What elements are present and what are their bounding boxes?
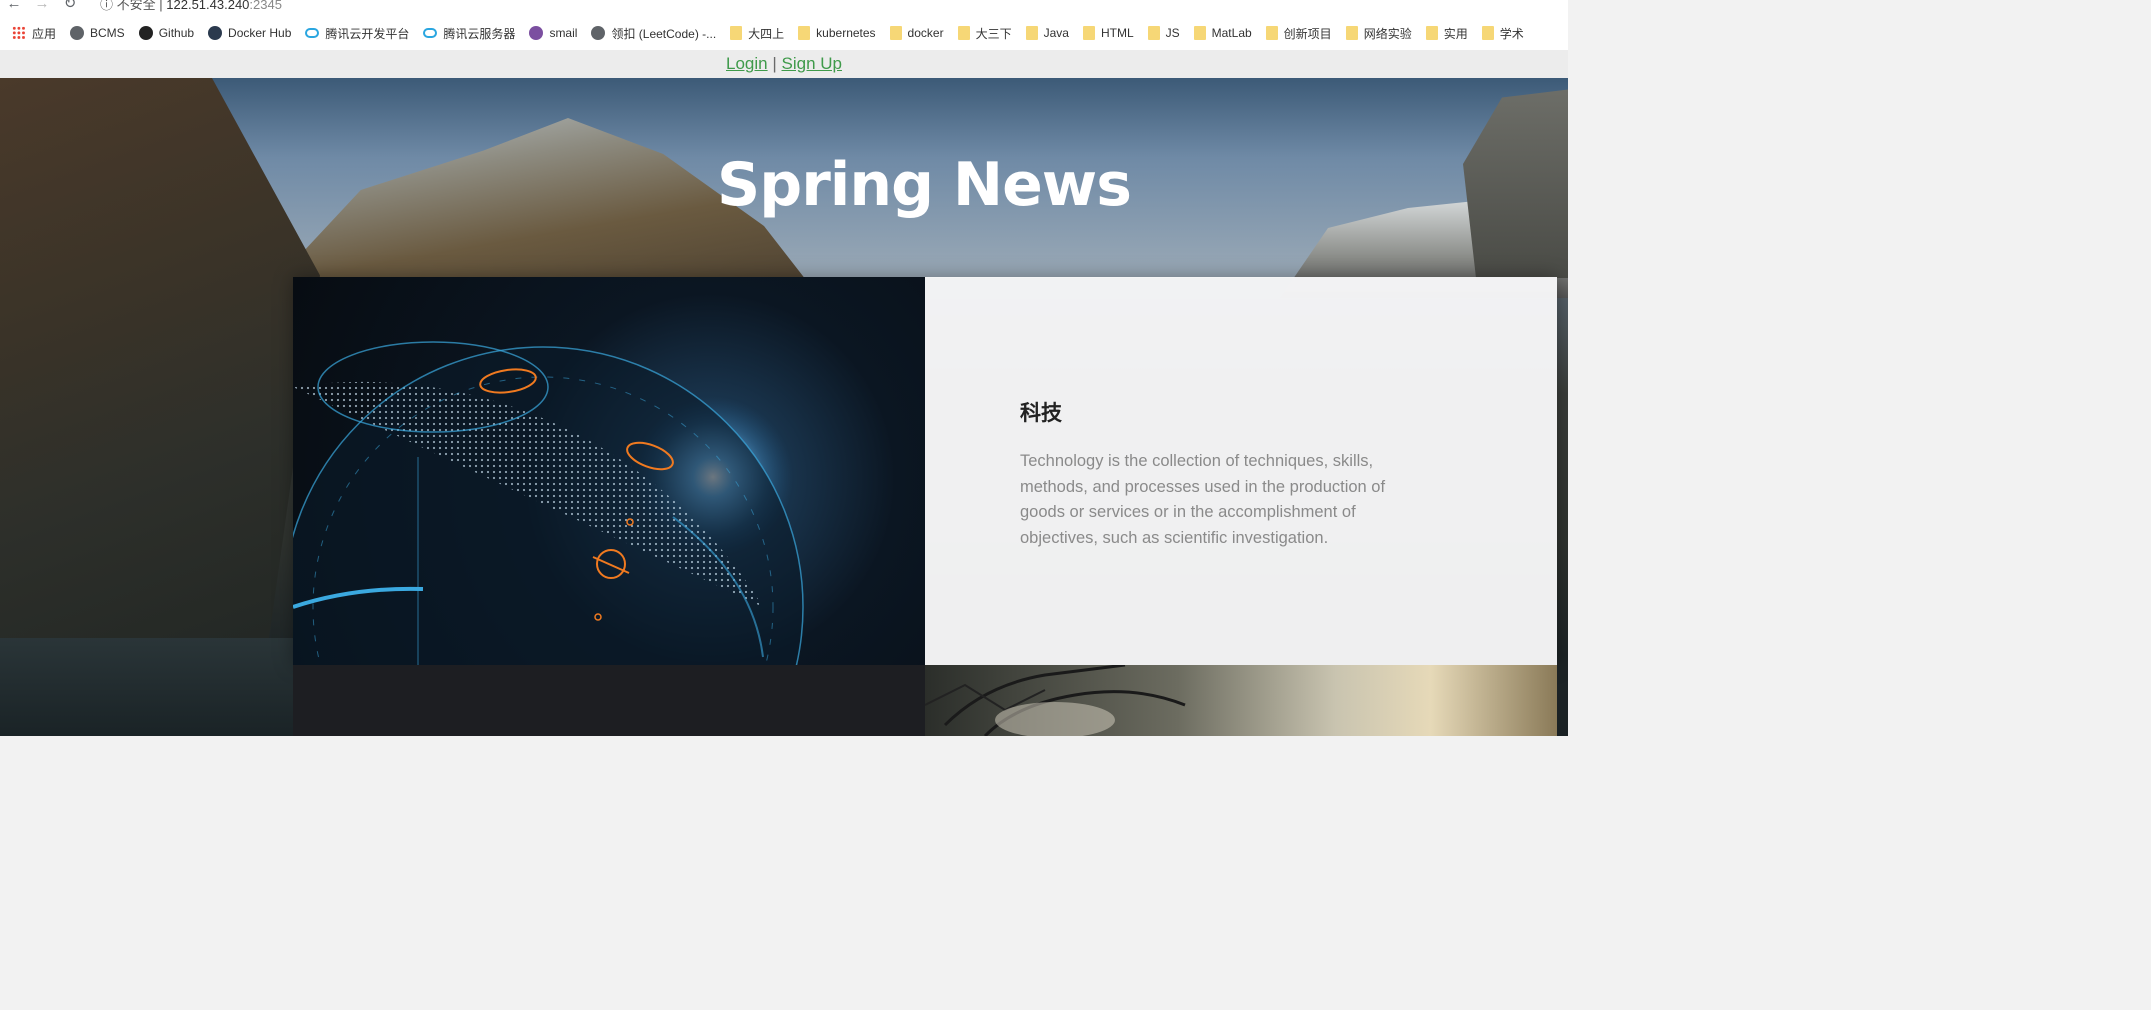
news-card[interactable] [293,665,1557,736]
folder-icon [1265,26,1278,40]
bookmark-label: MatLab [1211,26,1252,40]
bookmark-folder[interactable]: MatLab [1193,26,1252,40]
reload-icon[interactable]: ↻ [56,0,84,12]
net-illustration [925,665,1186,736]
github-icon [138,26,153,40]
bookmark-label: 应用 [32,26,57,41]
browser-chrome: ← → ↻ ⓘ 不安全 | 122.51.43.240:2345 应用 BCMS… [0,0,1568,50]
bookmark-tencent-dev[interactable]: 腾讯云开发平台 [305,25,409,42]
folder-icon [1481,26,1494,40]
address-bar[interactable]: ⓘ 不安全 | 122.51.43.240:2345 [100,0,282,13]
card-heading[interactable]: 科技 [1020,397,1557,427]
apps-grid-icon [12,26,26,40]
globe-icon [591,26,606,40]
bookmark-github[interactable]: Github [138,26,195,40]
bookmark-folder[interactable]: HTML [1082,26,1134,40]
bookmark-label: Java [1043,26,1069,40]
bookmark-label: 网络实验 [1363,26,1412,41]
bookmark-label: HTML [1100,26,1134,40]
folder-icon [1193,26,1206,40]
address-port: :2345 [249,0,282,12]
folder-icon [1147,26,1160,40]
bookmark-label: JS [1165,26,1180,40]
hero-water [0,638,300,736]
folder-icon [889,26,902,40]
docker-icon [208,26,223,40]
bookmark-smail[interactable]: smail [529,26,577,40]
bookmark-label: 大四上 [748,26,785,41]
bookmark-folder[interactable]: JS [1147,26,1180,40]
signup-link[interactable]: Sign Up [782,54,842,73]
bookmark-label: 大三下 [975,26,1012,41]
card-text-panel: 科技 Technology is the collection of techn… [925,277,1557,665]
bookmark-folder[interactable]: 创新项目 [1265,25,1332,42]
bookmark-label: BCMS [90,26,125,40]
news-card[interactable]: 科技 Technology is the collection of techn… [293,277,1557,665]
folder-icon [798,26,811,40]
bookmark-folder[interactable]: 实用 [1425,25,1468,42]
bookmark-label: kubernetes [816,26,876,40]
bookmark-bcms[interactable]: BCMS [70,26,125,40]
bookmark-label: 腾讯云服务器 [443,26,516,41]
login-link[interactable]: Login [726,54,768,73]
bookmark-apps[interactable]: 应用 [12,25,56,42]
card-description: Technology is the collection of techniqu… [1020,452,1386,547]
tencent-cloud-icon [305,28,320,38]
bookmark-label: 领扣 (LeetCode) -... [611,26,717,41]
bookmark-label: smail [549,26,578,40]
bookmark-label: 腾讯云开发平台 [325,26,410,41]
hero-section: Spring News 科技 Technology is the collect… [0,78,1568,736]
bookmark-folder[interactable]: docker [889,26,944,40]
bookmark-folder[interactable]: 大三下 [957,25,1012,42]
bookmark-label: 创新项目 [1283,26,1332,41]
bookmark-label: 学术 [1499,26,1524,41]
bookmark-label: Docker Hub [228,26,292,40]
bookmark-tencent-server[interactable]: 腾讯云服务器 [423,25,515,42]
bookmarks-bar: 应用 BCMS Github Docker Hub 腾讯云开发平台 腾讯云服务器… [12,24,1538,42]
globe-illustration [293,341,804,665]
folder-icon [1425,26,1438,40]
back-icon[interactable]: ← [0,0,28,12]
folder-icon [1345,26,1358,40]
folder-icon [730,26,743,40]
security-label: 不安全 | [116,0,163,12]
bookmark-folder[interactable]: 网络实验 [1345,25,1412,42]
bookmark-leetcode[interactable]: 领扣 (LeetCode) -... [591,25,716,42]
info-icon[interactable]: ⓘ [100,0,113,12]
bookmark-folder[interactable]: Java [1025,26,1069,40]
address-host: 122.51.43.240 [166,0,250,12]
auth-separator: | [772,54,777,73]
bookmark-label: Github [158,26,195,40]
card-text-panel [293,665,925,736]
tencent-cloud-icon [423,28,438,38]
bookmark-folder[interactable]: kubernetes [798,26,876,40]
bookmark-folder[interactable]: 大四上 [730,25,784,42]
bookmark-label: docker [907,26,944,40]
address-row: ← → ↻ ⓘ 不安全 | 122.51.43.240:2345 [0,0,1568,12]
folder-icon [1025,26,1038,40]
forward-icon[interactable]: → [28,0,56,12]
bookmark-folder[interactable]: 学术 [1481,25,1524,42]
auth-bar: Login | Sign Up [0,50,1568,78]
folder-icon [957,26,970,40]
card-image [925,665,1557,736]
card-image [293,277,925,665]
bookmark-docker-hub[interactable]: Docker Hub [208,26,291,40]
folder-icon [1082,26,1095,40]
smail-icon [529,26,544,40]
page-title: Spring News [717,150,1132,220]
bookmark-label: 实用 [1443,26,1468,41]
globe-icon [70,26,85,40]
